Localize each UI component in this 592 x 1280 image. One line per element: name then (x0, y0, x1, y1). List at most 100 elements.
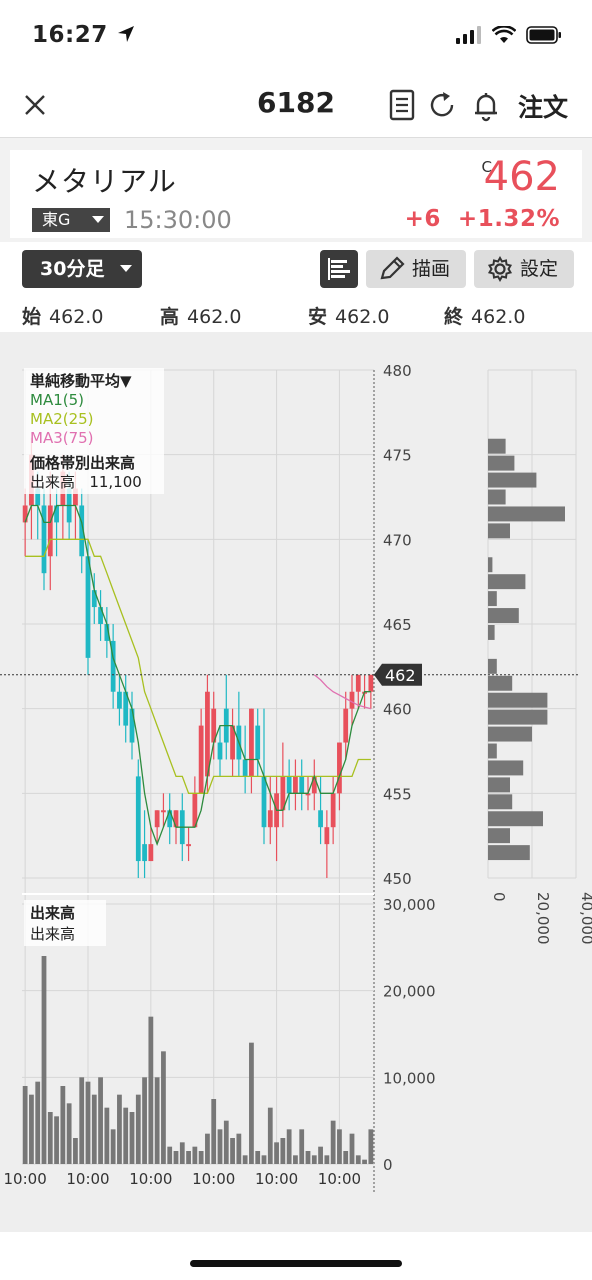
volume-profile-bar (488, 523, 510, 539)
volume-profile-bar (488, 743, 497, 759)
candle-body (117, 691, 122, 709)
candle-body (311, 776, 317, 794)
volume-profile-bar (488, 489, 506, 505)
home-indicator (190, 1260, 402, 1267)
timeframe-select[interactable]: 30分足 (22, 250, 142, 288)
volume-tick-label: 0 (383, 1156, 393, 1174)
price-tick-label: 475 (383, 447, 412, 465)
bell-icon[interactable] (470, 88, 502, 122)
market-select[interactable]: 東G (32, 208, 110, 232)
close-icon[interactable] (20, 90, 50, 120)
volume-bar (54, 1116, 59, 1164)
candle-body (299, 776, 305, 794)
volume-bar (110, 1129, 116, 1164)
price-tick-label: 465 (383, 616, 412, 634)
current-price: 462 (483, 154, 560, 200)
candle-body (337, 742, 342, 794)
volume-profile-bar (488, 726, 532, 742)
volume-profile-bar (488, 625, 495, 640)
candle-body (22, 505, 28, 523)
change-value: +6 (404, 206, 441, 232)
volume-profile-toggle[interactable] (320, 250, 358, 288)
chart-toolbar: 30分足 描画 設定 (0, 242, 592, 296)
volume-bar (223, 1120, 229, 1164)
volume-bar (29, 1094, 34, 1164)
volume-bar (305, 1151, 311, 1164)
pencil-icon (380, 256, 405, 280)
ohlc-high-label: 高 (160, 306, 180, 328)
chevron-down-icon (92, 216, 104, 223)
volume-bar (230, 1138, 235, 1164)
volume-bar (154, 1077, 160, 1164)
volume-bar (129, 1112, 135, 1164)
volume-bar (79, 1077, 85, 1164)
candle-body (41, 505, 47, 574)
volume-profile-value: 出来高 11,100 (30, 473, 158, 492)
volume-profile-bar (488, 760, 524, 776)
order-button[interactable]: 注文 (518, 88, 568, 124)
market-label: 東G (42, 210, 71, 229)
candle-body (330, 793, 336, 828)
volume-bar (330, 1120, 336, 1164)
volume-bar (236, 1133, 242, 1164)
volume-bar (318, 1146, 323, 1164)
candle-body (167, 810, 173, 828)
candle-body (148, 844, 154, 862)
nav-title: 6182 (257, 86, 335, 119)
ma3-label: MA3(75) (30, 429, 94, 447)
ohlc-high: 高 462.0 (160, 302, 241, 329)
indicator-legend[interactable]: 単純移動平均▼ MA1(5) MA2(25) MA3(75) 価格帯別出来高 出… (24, 368, 164, 494)
candle-body (161, 810, 166, 813)
volume-profile-bar (488, 557, 493, 573)
volume-bar (148, 1016, 154, 1164)
volume-bar (280, 1138, 286, 1164)
candle-body (255, 725, 261, 760)
volume-bar (60, 1086, 66, 1164)
sma-title[interactable]: 単純移動平均▼ (30, 370, 158, 391)
document-icon[interactable] (386, 88, 418, 122)
volume-profile-bar (488, 777, 510, 793)
volume-tick-label: 10,000 (383, 1069, 436, 1087)
candle-body (142, 844, 147, 862)
volume-bar (85, 1081, 91, 1164)
volume-profile-bar (488, 709, 548, 725)
settings-button[interactable]: 設定 (474, 250, 574, 288)
time-tick-label: 10:00 (4, 1170, 47, 1188)
volume-bar (35, 1081, 41, 1164)
ohlc-close: 終 462.0 (444, 302, 525, 329)
candle-body (47, 505, 53, 557)
volume-bar (286, 1129, 292, 1164)
ohlc-close-value: 462.0 (471, 306, 526, 328)
volume-bar (186, 1151, 191, 1164)
candle-body (355, 674, 361, 692)
volume-bar (255, 1151, 261, 1164)
time-tick-label: 10:00 (255, 1170, 298, 1188)
volume-profile-icon (328, 258, 350, 280)
candle-body (368, 674, 374, 692)
nav-bar: 6182 注文 (0, 74, 592, 138)
vp-axis-label: 40,000 (578, 892, 592, 945)
volume-bar (22, 1086, 28, 1164)
price-tick-label: 460 (383, 701, 412, 719)
draw-button[interactable]: 描画 (366, 250, 466, 288)
volume-bar (179, 1142, 185, 1164)
candle-body (154, 810, 160, 828)
refresh-icon[interactable] (426, 88, 458, 122)
chart-area[interactable]: 480 475 470 465 460 455 450 0 20,000 40,000 462 30,… (0, 332, 592, 1232)
candle-body (249, 708, 254, 777)
volume-profile-bar (488, 658, 497, 674)
volume-bar (91, 1094, 97, 1164)
volume-profile-bar (488, 794, 513, 810)
volume-tick-label: 20,000 (383, 983, 436, 1001)
volume-bar (368, 1129, 374, 1164)
volume-bar (123, 1107, 129, 1164)
volume-profile-bar (488, 811, 543, 827)
volume-bar (205, 1133, 210, 1164)
candle-body (267, 810, 273, 828)
volume-bar (47, 1112, 53, 1164)
ohlc-open: 始 462.0 (22, 302, 103, 329)
volume-bar (104, 1107, 110, 1164)
volume-profile-bar (488, 438, 506, 454)
stock-time: 15:30:00 (124, 206, 232, 234)
candle-body (261, 776, 267, 828)
